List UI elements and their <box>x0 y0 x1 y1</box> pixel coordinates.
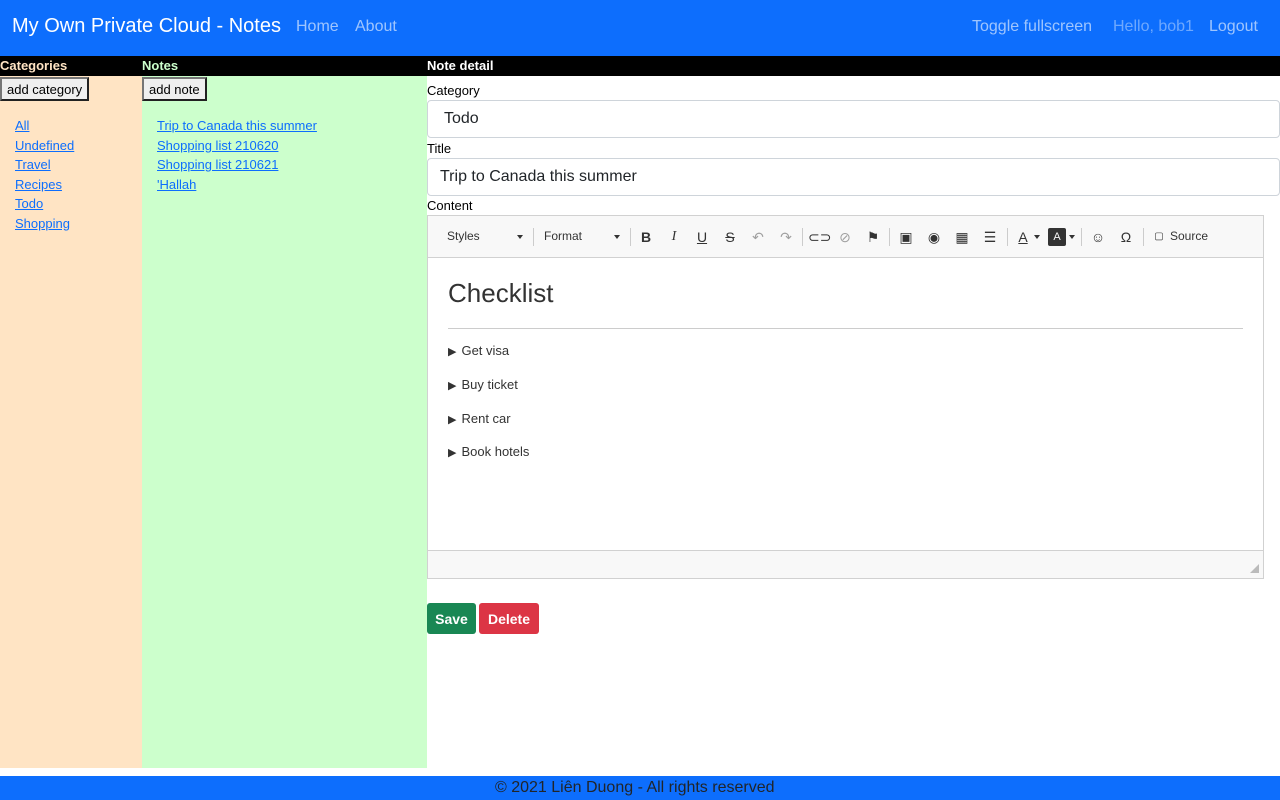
list-item: Recipes <box>15 177 74 197</box>
delete-button[interactable]: Delete <box>479 603 539 634</box>
rich-text-editor: Styles Format B I U S ↶ ↷ ⊂⊃ ⊘ ⚑ ▣ ◉ ▦ ☰… <box>427 215 1264 579</box>
unlink-icon[interactable]: ⊘ <box>836 228 854 246</box>
smiley-icon[interactable]: ☺ <box>1089 228 1107 246</box>
content-checklist: ▶ Get visa ▶ Buy ticket ▶ Rent car ▶ Book ho… <box>448 343 529 478</box>
toolbar-separator <box>533 228 534 246</box>
category-link-undefined[interactable]: Undefined <box>15 138 74 153</box>
title-input[interactable]: Trip to Canada this summer <box>427 158 1280 196</box>
redo-icon[interactable]: ↷ <box>777 228 795 246</box>
content-label: Content <box>427 198 473 213</box>
styles-dropdown[interactable]: Styles <box>447 229 480 243</box>
categories-panel: Categories add category All Undefined Tr… <box>0 56 142 768</box>
note-link-shopping-210621[interactable]: Shopping list 210621 <box>157 157 278 172</box>
title-label: Title <box>427 141 452 156</box>
list-item: Trip to Canada this summer <box>157 118 317 138</box>
list-item: Undefined <box>15 138 74 158</box>
page-footer: © 2021 Liên Duong - All rights reserved <box>0 776 1280 800</box>
note-list: Trip to Canada this summer Shopping list… <box>157 118 317 196</box>
note-detail-panel: Note detail Category Todo Title Trip to … <box>427 56 1280 768</box>
image-icon[interactable]: ▣ <box>897 228 915 246</box>
list-item: All <box>15 118 74 138</box>
undo-icon[interactable]: ↶ <box>749 228 767 246</box>
category-link-all[interactable]: All <box>15 118 29 133</box>
user-greeting: Hello, bob1 <box>1113 18 1194 35</box>
content-heading: Checklist <box>448 278 554 308</box>
format-dropdown[interactable]: Format <box>544 229 582 243</box>
editor-statusbar <box>428 550 1263 578</box>
notes-panel: Notes add note Trip to Canada this summe… <box>142 56 427 768</box>
category-link-travel[interactable]: Travel <box>15 157 51 172</box>
toolbar-separator <box>802 228 803 246</box>
chevron-down-icon <box>517 235 523 239</box>
background-color-icon[interactable]: A <box>1048 228 1066 246</box>
resize-handle-icon[interactable] <box>1250 564 1259 573</box>
text-color-icon[interactable]: A <box>1014 228 1032 246</box>
editor-toolbar: Styles Format B I U S ↶ ↷ ⊂⊃ ⊘ ⚑ ▣ ◉ ▦ ☰… <box>428 216 1263 258</box>
list-item: Shopping list 210621 <box>157 157 317 177</box>
top-navbar: My Own Private Cloud - Notes Home About … <box>0 0 1280 56</box>
list-item: Todo <box>15 196 74 216</box>
editor-content-area[interactable]: Checklist ▶ Get visa ▶ Buy ticket ▶ Rent ca… <box>428 259 1263 550</box>
underline-icon[interactable]: U <box>693 228 711 246</box>
toolbar-separator <box>630 228 631 246</box>
category-link-recipes[interactable]: Recipes <box>15 177 62 192</box>
bold-icon[interactable]: B <box>637 228 655 246</box>
category-list: All Undefined Travel Recipes Todo Shoppi… <box>15 118 74 235</box>
horizontal-rule-icon[interactable]: ☰ <box>981 228 999 246</box>
strikethrough-icon[interactable]: S <box>721 228 739 246</box>
anchor-flag-icon[interactable]: ⚑ <box>864 228 882 246</box>
toolbar-separator <box>1081 228 1082 246</box>
content-divider <box>448 328 1243 329</box>
table-icon[interactable]: ▦ <box>953 228 971 246</box>
triangle-right-icon: ▶ <box>448 447 457 460</box>
source-icon[interactable]: ▢ <box>1150 228 1168 246</box>
toolbar-separator <box>1143 228 1144 246</box>
checklist-item-text: Buy ticket <box>461 376 518 392</box>
categories-header: Categories <box>0 56 142 76</box>
link-icon[interactable]: ⊂⊃ <box>808 228 831 246</box>
toolbar-separator <box>889 228 890 246</box>
list-item: Shopping list 210620 <box>157 138 317 158</box>
checklist-item-text: Rent car <box>461 410 511 426</box>
category-link-todo[interactable]: Todo <box>15 196 43 211</box>
toggle-fullscreen-link[interactable]: Toggle fullscreen <box>972 18 1092 36</box>
copyright-text: © 2021 Liên Duong - All rights reserved <box>495 779 775 796</box>
nav-home-link[interactable]: Home <box>296 18 339 36</box>
list-item: ▶ Book hotels <box>448 444 529 478</box>
list-item: Shopping <box>15 216 74 236</box>
add-note-button[interactable]: add note <box>142 77 207 101</box>
nav-about-link[interactable]: About <box>355 18 397 36</box>
checklist-item-text: Book hotels <box>461 444 530 460</box>
flash-icon[interactable]: ◉ <box>925 228 943 246</box>
triangle-right-icon: ▶ <box>448 346 457 358</box>
list-item: ▶ Rent car <box>448 411 529 445</box>
chevron-down-icon <box>1069 235 1075 239</box>
chevron-down-icon <box>614 235 620 239</box>
list-item: ▶ Buy ticket <box>448 377 529 411</box>
list-item: Travel <box>15 157 74 177</box>
triangle-right-icon: ▶ <box>448 379 457 392</box>
list-item: 'Hallah <box>157 177 317 197</box>
notes-header: Notes <box>142 56 427 76</box>
italic-icon[interactable]: I <box>665 228 683 246</box>
note-detail-header: Note detail <box>427 56 1280 76</box>
category-link-shopping[interactable]: Shopping <box>15 216 70 231</box>
note-link-hallah[interactable]: 'Hallah <box>157 177 196 192</box>
save-button[interactable]: Save <box>427 603 476 634</box>
category-select[interactable]: Todo <box>427 100 1280 138</box>
checklist-item-text: Get visa <box>461 343 510 358</box>
chevron-down-icon <box>1034 235 1040 239</box>
note-link-trip-canada[interactable]: Trip to Canada this summer <box>157 118 317 133</box>
logout-link[interactable]: Logout <box>1209 18 1258 36</box>
note-link-shopping-210620[interactable]: Shopping list 210620 <box>157 138 278 153</box>
toolbar-separator <box>1007 228 1008 246</box>
list-item: ▶ Get visa <box>448 343 529 377</box>
triangle-right-icon: ▶ <box>448 413 457 426</box>
add-category-button[interactable]: add category <box>0 77 90 101</box>
special-character-icon[interactable]: Ω <box>1117 228 1135 246</box>
category-label: Category <box>427 83 480 98</box>
source-button[interactable]: Source <box>1170 229 1208 243</box>
brand-link[interactable]: My Own Private Cloud - Notes <box>12 15 281 38</box>
